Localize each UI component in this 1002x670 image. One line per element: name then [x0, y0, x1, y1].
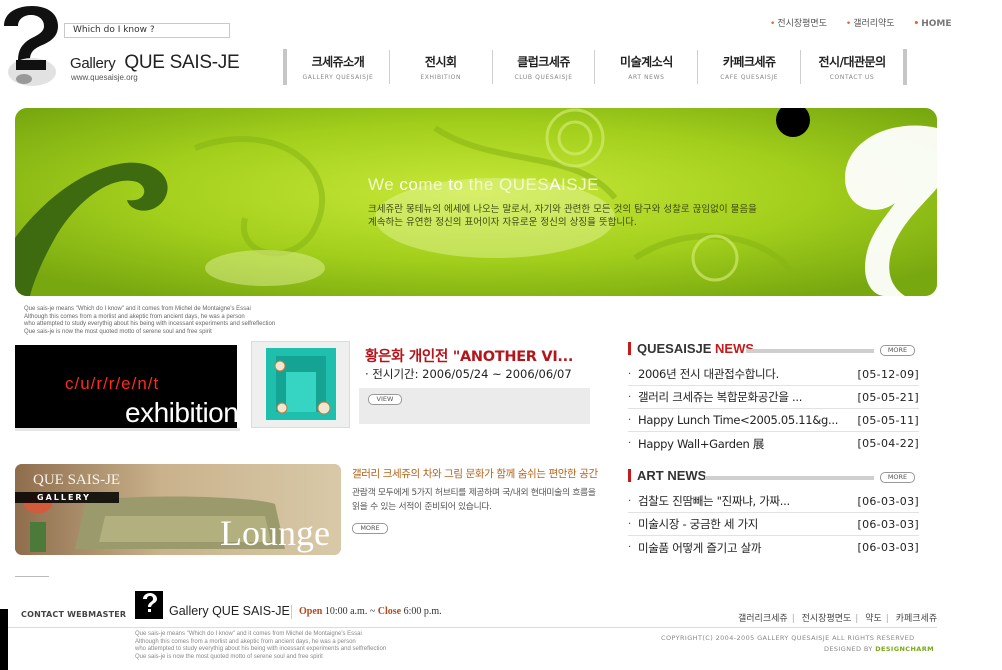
news-list: · 2006년 전시 대관접수합니다. [05-12-09] · 갤러리 크세쥬는 복…	[628, 363, 919, 455]
lounge-description: 관람객 모두에게 5가지 허브티를 제공하며 국/내외 현대미술의 흐름을 읽을…	[352, 488, 596, 512]
copyright: COPYRIGHT(C) 2004-2005 GALLERY QUESAISJE…	[661, 634, 915, 642]
footer-brand: Gallery QUE SAIS-JE	[169, 604, 290, 618]
left-edge-bar	[0, 609, 8, 670]
search-input[interactable]: Which do I know ?	[64, 23, 230, 38]
gallery-logo-mark[interactable]	[0, 4, 60, 88]
news-item[interactable]: · 갤러리 크세쥬는 복합문화공간을 ... [05-05-21]	[628, 386, 919, 409]
brand-url: www.quesaisje.org	[71, 73, 138, 82]
art-news-more-button[interactable]: MORE	[880, 472, 915, 483]
brand-name: QUE SAIS-JE	[124, 52, 240, 73]
footer-link-cafe[interactable]: 카페크세쥬	[896, 614, 937, 624]
art-news-item[interactable]: · 미술품 어떻게 즐기고 살까 [06-03-03]	[628, 536, 919, 559]
view-button[interactable]: VIEW	[368, 394, 402, 405]
lounge-more-button[interactable]: MORE	[352, 523, 388, 534]
designer-link[interactable]: DESIGNCHARM	[875, 645, 934, 653]
art-news-list: · 검찰도 진땀빼는 "진짜냐, 가짜... [06-03-03] · 미술시장 - …	[628, 490, 919, 559]
main-nav: 크세쥬소개 GALLERY QUESAISJE 전시회 EXHIBITION 클럽크…	[283, 49, 907, 85]
nav-item-exhibition[interactable]: 전시회 EXHIBITION	[390, 49, 492, 85]
section-marker	[628, 342, 631, 355]
current-label: c/u/r/r/e/n/t	[65, 374, 160, 393]
section-marker	[628, 469, 631, 482]
art-news-section-title: ART NEWS	[628, 468, 706, 483]
art-news-item[interactable]: · 검찰도 진땀빼는 "진짜냐, 가짜... [06-03-03]	[628, 490, 919, 513]
news-section-title: QUESAISJE NEWS	[628, 341, 754, 356]
lounge-label: Lounge	[220, 513, 330, 553]
footer-link-gallery[interactable]: 갤러리크세쥬	[738, 614, 788, 624]
lounge-banner[interactable]: QUE SAIS-JE GALLERY Lounge	[15, 464, 341, 555]
footer-montaigne-quote: Que sais-je means "Which do I know" and …	[135, 631, 387, 660]
news-more-button[interactable]: MORE	[880, 345, 915, 356]
contact-webmaster-link[interactable]: CONTACT WEBMASTER	[21, 610, 126, 619]
nav-item-club[interactable]: 클럽크세쥬 CLUB QUESAISJE	[493, 49, 595, 85]
current-exhibition-banner[interactable]: c/u/r/r/e/n/t exhibition	[15, 345, 237, 428]
nav-item-cafe[interactable]: 카페크세쥬 CAFE QUESAISJE	[698, 49, 800, 85]
news-item[interactable]: · Happy Lunch Time<2005.05.11&g... [05-05-…	[628, 409, 919, 432]
hero-welcome-title: We come to the QUESAISJE	[368, 175, 599, 194]
top-utility-links: • 전시장평면도 • 갤러리약도 • HOME	[770, 16, 968, 29]
footer-link-floorplan[interactable]: 전시장평면도	[802, 614, 852, 624]
brand-title[interactable]: Gallery QUE SAIS-JE	[70, 52, 240, 74]
designed-by: DESIGNED BY DESIGNCHARM	[824, 645, 935, 653]
banner-shadow	[15, 428, 240, 431]
lounge-title: 갤러리 크세쥬의 차와 그림 문화가 함께 숨쉬는 편안한 공간	[352, 468, 598, 480]
exhibition-title-link[interactable]: 황은화 개인전 "ANOTHER VI...	[365, 345, 595, 366]
footer-line	[0, 627, 937, 628]
util-link-map[interactable]: • 갤러리약도	[846, 19, 903, 29]
hero-artwork	[15, 108, 937, 296]
exhibition-label: exhibition	[125, 397, 237, 428]
footer-vertical-divider	[291, 605, 292, 619]
footer-divider	[15, 576, 49, 577]
art-news-title-line	[705, 476, 874, 480]
nav-item-about[interactable]: 크세쥬소개 GALLERY QUESAISJE	[287, 49, 389, 85]
exhibition-thumbnail[interactable]	[251, 341, 350, 428]
nav-item-contact[interactable]: 전시/대관문의 CONTACT US	[801, 49, 903, 85]
art-news-item[interactable]: · 미술시장 - 궁금한 세 가지 [06-03-03]	[628, 513, 919, 536]
hero-banner	[15, 108, 937, 296]
news-title-line	[746, 349, 874, 353]
footer-link-map[interactable]: 약도	[865, 614, 882, 624]
util-link-home[interactable]: • HOME	[913, 19, 959, 29]
lounge-brand: QUE SAIS-JE	[33, 472, 121, 488]
footer-logo-mark	[135, 591, 163, 619]
nav-item-art-news[interactable]: 미술계소식 ART NEWS	[595, 49, 697, 85]
news-item[interactable]: · Happy Wall+Garden 展 [05-04-22]	[628, 432, 919, 455]
hero-description: 크세쥬란 몽테뉴의 에세에 나오는 말로서, 자기와 관련한 모든 것의 탐구와…	[368, 204, 757, 228]
brand-small: Gallery	[70, 55, 116, 72]
nav-divider	[902, 49, 907, 85]
opening-hours: Open 10:00 a.m. ~ Close 6:00 p.m.	[299, 606, 442, 617]
news-item[interactable]: · 2006년 전시 대관접수합니다. [05-12-09]	[628, 363, 919, 386]
util-link-floorplan[interactable]: • 전시장평면도	[770, 19, 835, 29]
exhibition-period: · 전시기간: 2006/05/24 ~ 2006/06/07	[365, 367, 572, 381]
lounge-gallery-label: GALLERY	[37, 493, 91, 502]
montaigne-quote: Que sais-je means "Which do I know" and …	[24, 306, 276, 335]
footer-links: 갤러리크세쥬 | 전시장평면도 | 약도 | 카페크세쥬	[738, 614, 938, 624]
